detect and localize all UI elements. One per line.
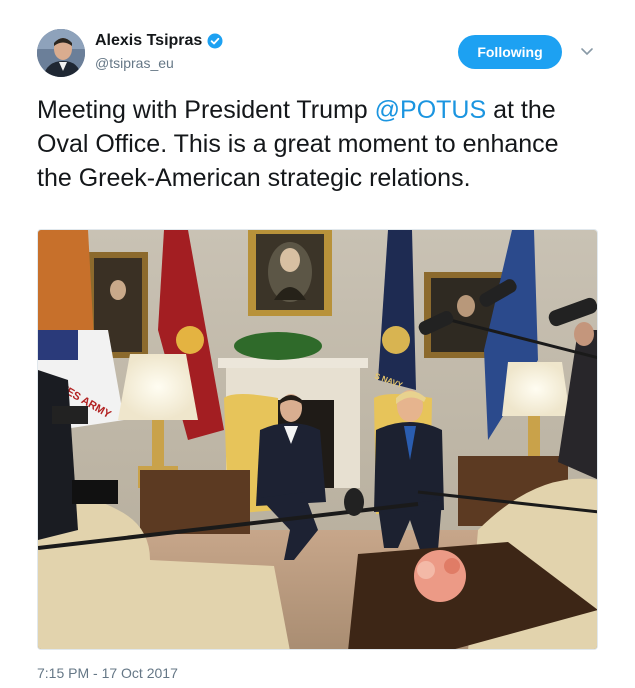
author-handle[interactable]: @tsipras_eu xyxy=(95,55,174,71)
tweet-photo[interactable]: STATES ARMY S NAVY xyxy=(37,229,598,650)
avatar-photo xyxy=(37,29,85,77)
author-display-name[interactable]: Alexis Tsipras xyxy=(95,32,202,50)
tweet-text-part: Meeting with President Trump xyxy=(37,96,375,124)
tweet-text: Meeting with President Trump @POTUS at t… xyxy=(37,93,597,195)
following-button[interactable]: Following xyxy=(458,35,562,69)
mention-link[interactable]: @POTUS xyxy=(375,96,487,124)
oval-office-photo: STATES ARMY S NAVY xyxy=(38,230,597,649)
chevron-down-icon[interactable] xyxy=(580,44,594,58)
tweet-timestamp[interactable]: 7:15 PM - 17 Oct 2017 xyxy=(37,665,178,681)
verified-badge-icon xyxy=(207,33,223,49)
author-avatar[interactable] xyxy=(37,29,85,77)
tweet-card: Alexis Tsipras @tsipras_eu Following Mee… xyxy=(0,0,635,688)
